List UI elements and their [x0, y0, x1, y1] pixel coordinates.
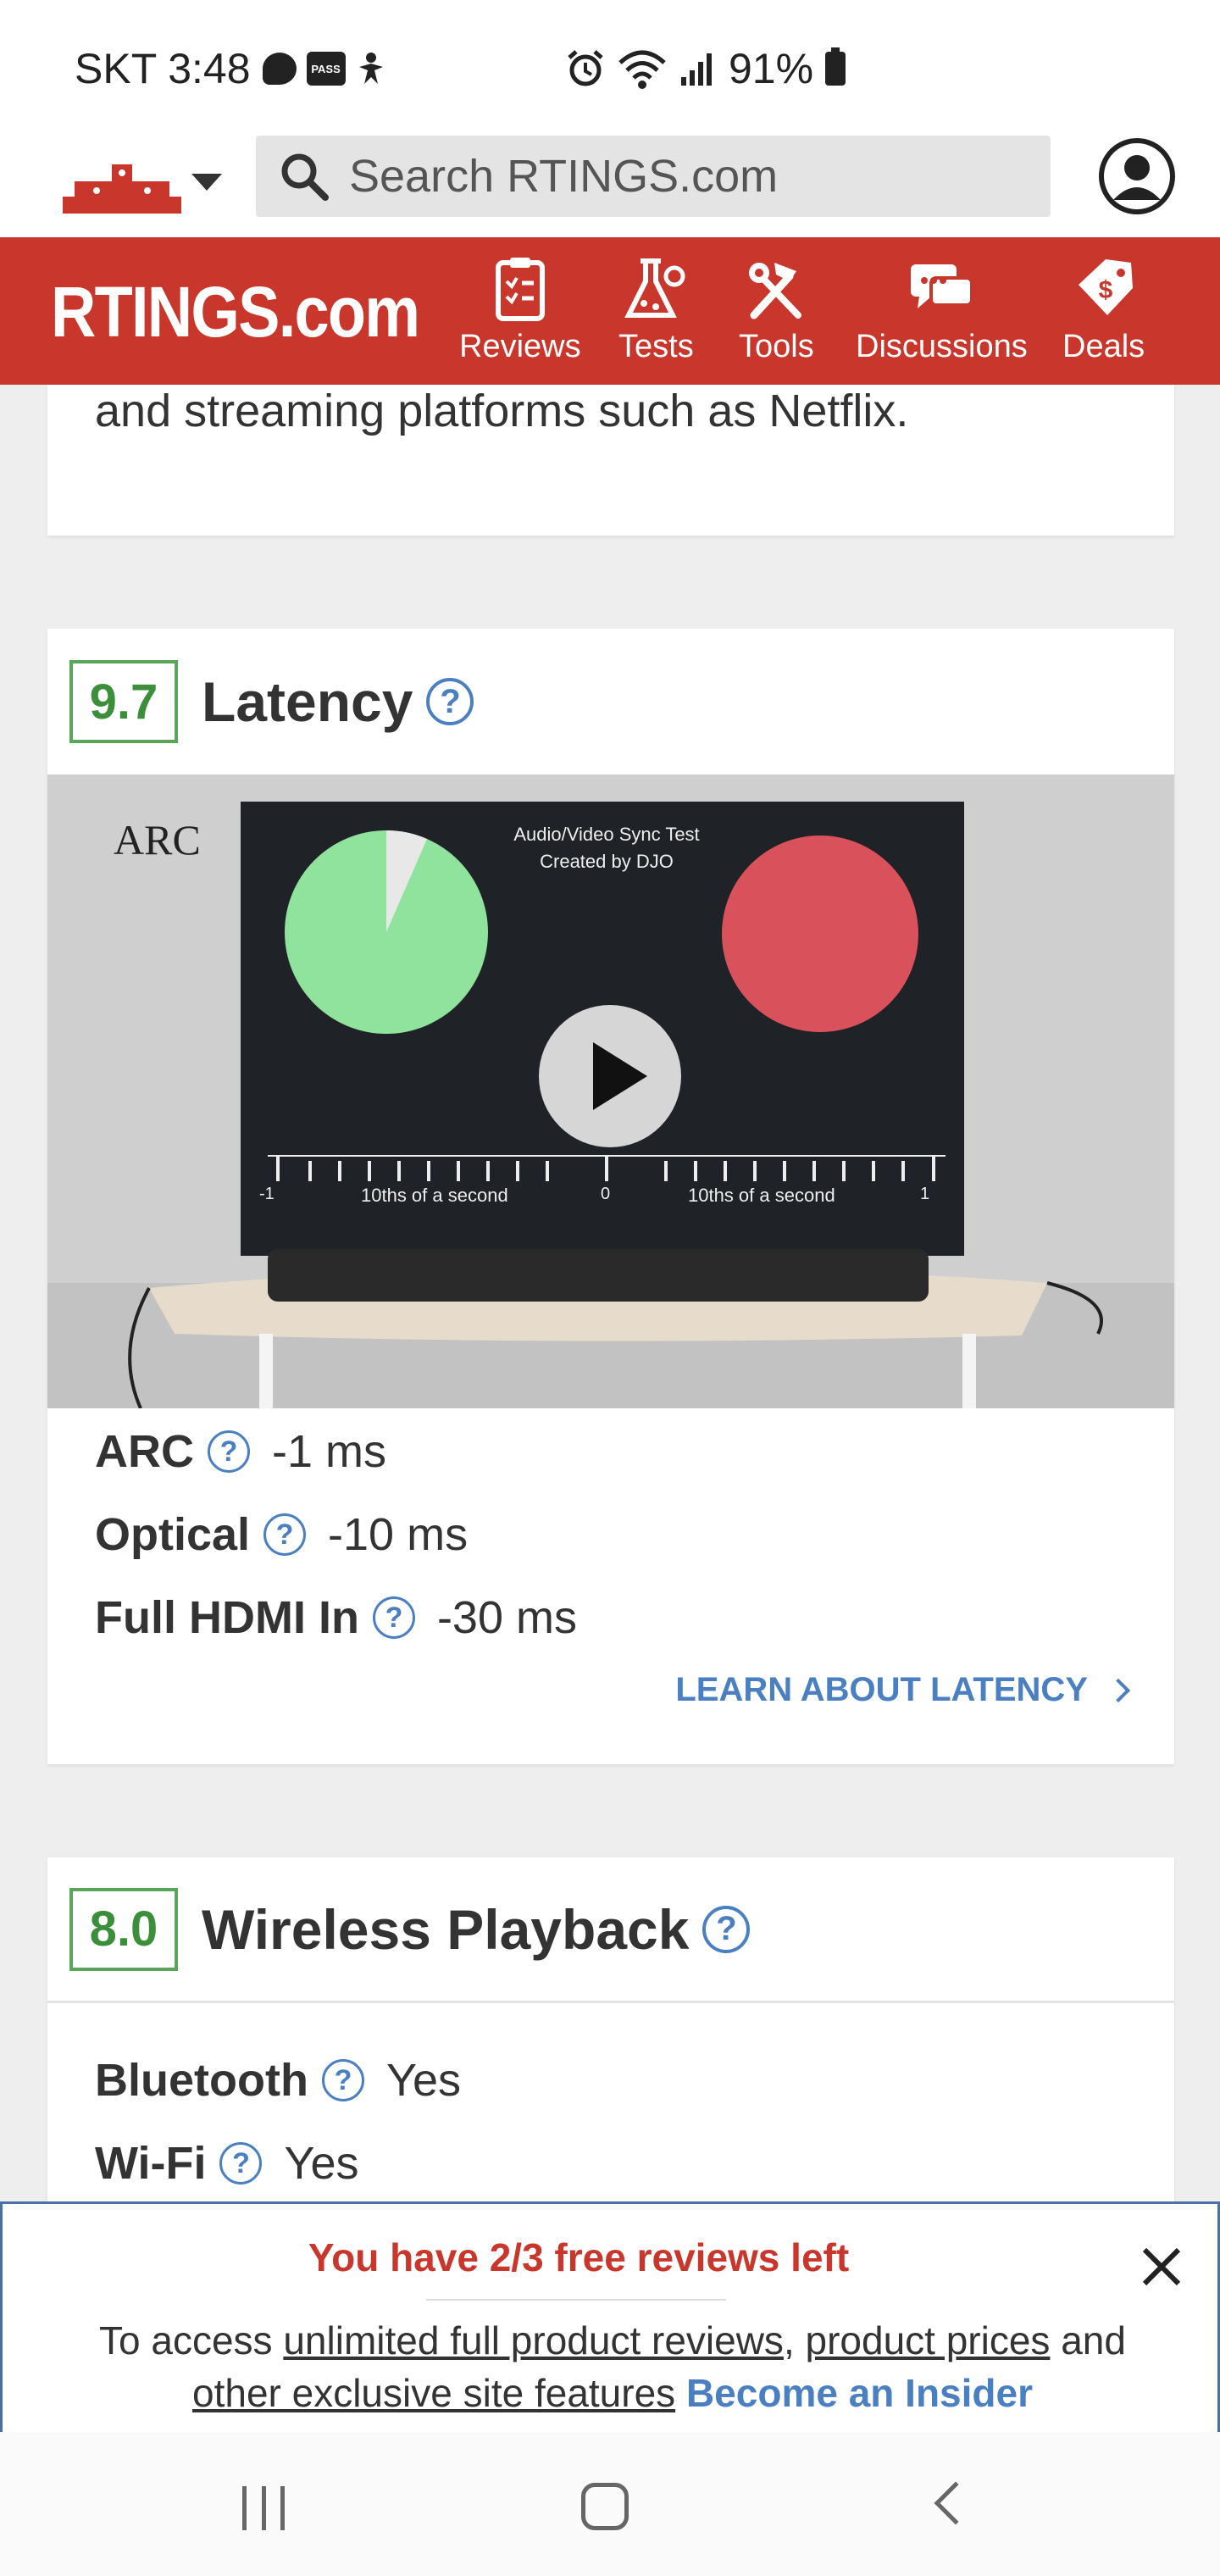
- home-icon[interactable]: [581, 2483, 629, 2530]
- nav-tests[interactable]: Tests: [618, 256, 694, 365]
- optical-help-icon[interactable]: ?: [263, 1513, 307, 1556]
- chat-bubbles-icon: [911, 264, 974, 308]
- nav-tools[interactable]: Tools: [739, 256, 814, 365]
- search-box[interactable]: [256, 136, 1051, 217]
- arc-help-icon[interactable]: ?: [208, 1430, 250, 1473]
- wireless-score: 8.0: [69, 1887, 178, 1971]
- nav-discussions-label: Discussions: [856, 329, 1028, 364]
- scale-left-label: 10ths of a second: [361, 1185, 508, 1206]
- latency-help-icon[interactable]: ?: [426, 678, 474, 725]
- spec-label: Full HDMI In: [95, 1592, 359, 1643]
- spec-row-optical: Optical ? -10 ms: [95, 1508, 468, 1561]
- wireless-help-icon[interactable]: ?: [702, 1905, 751, 1953]
- flask-gear-icon: [624, 258, 685, 318]
- price-tag-icon: $: [1078, 259, 1133, 315]
- become-insider-link[interactable]: Become an Insider: [686, 2371, 1033, 2415]
- paywall-and: and: [1061, 2318, 1126, 2362]
- chevron-right-icon: [1106, 1678, 1131, 1702]
- clipboard-checklist-icon: [495, 258, 545, 321]
- spec-value: -10 ms: [328, 1509, 469, 1560]
- battery-percent: 91%: [729, 45, 814, 92]
- nav-tools-label: Tools: [739, 329, 814, 364]
- spec-label: Optical: [95, 1509, 251, 1560]
- nav-reviews-label: Reviews: [459, 329, 581, 364]
- status-time: SKT 3:48: [75, 45, 251, 92]
- nav-tests-label: Tests: [618, 329, 694, 364]
- wireless-header: 8.0 Wireless Playback ?: [47, 1857, 1174, 2003]
- scale-right-label: 10ths of a second: [688, 1185, 835, 1206]
- paywall-sep: ,: [783, 2318, 795, 2362]
- learn-link-label: LEARN ABOUT LATENCY: [675, 1671, 1088, 1708]
- nav-deals[interactable]: $ Deals: [1062, 256, 1145, 365]
- main-nav: RTINGS.com Reviews Tests Tools Discussio…: [0, 237, 1220, 385]
- search-input[interactable]: [349, 150, 1027, 203]
- wifi-icon: [618, 50, 666, 89]
- play-icon[interactable]: [539, 1005, 681, 1147]
- spec-value: Yes: [385, 2055, 462, 2106]
- scale-max: 1: [920, 1185, 930, 1203]
- spec-value: Yes: [284, 2138, 359, 2189]
- latency-title: Latency: [202, 670, 413, 733]
- wireless-title: Wireless Playback: [202, 1897, 690, 1961]
- paywall-prefix: To access: [99, 2318, 273, 2362]
- full-reviews-link[interactable]: unlimited full product reviews: [283, 2318, 784, 2362]
- product-prices-link[interactable]: product prices: [806, 2318, 1051, 2362]
- spec-row-wifi: Wi-Fi ? Yes: [95, 2137, 359, 2190]
- previous-section-text: and streaming platforms such as Netflix.: [95, 386, 909, 436]
- paywall-banner: You have 2/3 free reviews left To access…: [0, 2201, 1220, 2432]
- paywall-title: You have 2/3 free reviews left: [308, 2235, 850, 2279]
- close-icon[interactable]: [1136, 2241, 1187, 2292]
- hammer-wrench-icon: [749, 263, 802, 319]
- battery-icon: [825, 47, 846, 86]
- sync-test-title-1: Audio/Video Sync Test: [513, 824, 700, 845]
- bluetooth-help-icon[interactable]: ?: [321, 2059, 364, 2101]
- latency-header: 9.7 Latency ?: [47, 629, 1174, 774]
- latency-score: 9.7: [69, 660, 178, 743]
- latency-card: 9.7 Latency ? ARC Audio/Video Sync Test …: [47, 629, 1174, 1764]
- chevron-down-icon[interactable]: [191, 174, 222, 191]
- status-bar: SKT 3:48 PASS 91%: [0, 0, 1220, 136]
- search-header: [0, 127, 1220, 237]
- site-logo[interactable]: RTINGS.com: [51, 271, 420, 353]
- paywall-text: To access unlimited full product reviews…: [53, 2314, 1172, 2419]
- spec-label: ARC: [95, 1426, 194, 1477]
- soundbar-category-icon[interactable]: [63, 159, 181, 215]
- sync-test-title-2: Created by DJO: [540, 851, 674, 872]
- spec-value: -30 ms: [436, 1592, 577, 1643]
- exclusive-features-link[interactable]: other exclusive site features: [192, 2371, 675, 2415]
- system-nav-bar: [0, 2432, 1220, 2576]
- scale-mid: 0: [601, 1185, 611, 1203]
- spec-row-bluetooth: Bluetooth ? Yes: [95, 2054, 461, 2107]
- spec-label: Bluetooth: [95, 2055, 308, 2106]
- hdmi-help-icon[interactable]: ?: [372, 1596, 415, 1639]
- accessibility-icon: [358, 53, 383, 84]
- previous-section-card: and streaming platforms such as Netflix.: [47, 385, 1174, 536]
- spec-row-hdmi: Full HDMI In ? -30 ms: [95, 1591, 577, 1644]
- svg-text:$: $: [1098, 276, 1112, 304]
- learn-about-latency-link[interactable]: LEARN ABOUT LATENCY: [675, 1671, 1131, 1709]
- alarm-icon: [568, 50, 603, 86]
- video-corner-label: ARC: [114, 816, 201, 863]
- nav-deals-label: Deals: [1062, 329, 1145, 364]
- message-notification-icon: [262, 53, 297, 85]
- account-icon[interactable]: [1098, 137, 1176, 215]
- nav-reviews[interactable]: Reviews: [459, 256, 581, 365]
- nav-discussions[interactable]: Discussions: [856, 256, 1028, 365]
- recents-icon[interactable]: [242, 2486, 285, 2530]
- wifi-help-icon[interactable]: ?: [219, 2142, 263, 2185]
- paywall-divider: [426, 2299, 726, 2301]
- scale-min: -1: [259, 1185, 274, 1203]
- pass-app-icon: PASS: [306, 52, 346, 86]
- signal-icon: [681, 53, 712, 86]
- search-icon[interactable]: [280, 152, 329, 201]
- spec-row-arc: ARC ? -1 ms: [95, 1425, 386, 1478]
- spec-value: -1 ms: [272, 1426, 386, 1477]
- spec-label: Wi-Fi: [95, 2138, 207, 2189]
- back-icon[interactable]: [934, 2481, 978, 2525]
- latency-video[interactable]: ARC Audio/Video Sync Test Created by DJO…: [47, 774, 1174, 1408]
